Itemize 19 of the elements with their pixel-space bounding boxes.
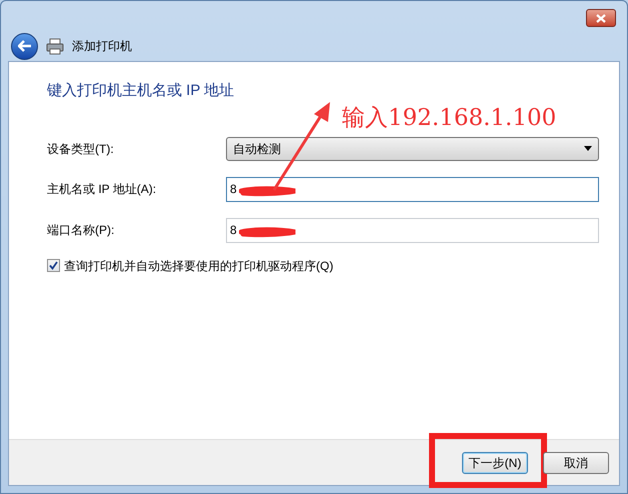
field-label: 设备类型(T): (47, 140, 115, 158)
next-button[interactable]: 下一步(N) (462, 452, 528, 474)
text-field[interactable]: 8 (226, 176, 599, 202)
window-title: 添加打印机 (72, 38, 132, 55)
annotation-text: 输入192.168.1.100 (342, 104, 556, 133)
field-label: 主机名或 IP 地址(A): (47, 181, 158, 198)
dropdown-caret-icon (584, 146, 592, 151)
left-arrow-icon (18, 40, 32, 52)
field-label: 端口名称(P): (47, 222, 116, 239)
text-field[interactable]: 8 (226, 218, 599, 242)
cancel-button[interactable]: 取消 (543, 452, 609, 474)
device-type-dropdown[interactable]: 自动检测 (226, 136, 599, 160)
page-heading: 键入打印机主机名或 IP 地址 (47, 81, 236, 101)
checkbox[interactable] (47, 259, 60, 272)
back-button[interactable] (11, 32, 38, 60)
close-button[interactable] (586, 9, 616, 27)
close-icon (596, 14, 606, 22)
checkbox-label: 查询打印机并自动选择要使用的打印机驱动程序(Q) (64, 258, 334, 274)
printer-icon (46, 38, 64, 54)
